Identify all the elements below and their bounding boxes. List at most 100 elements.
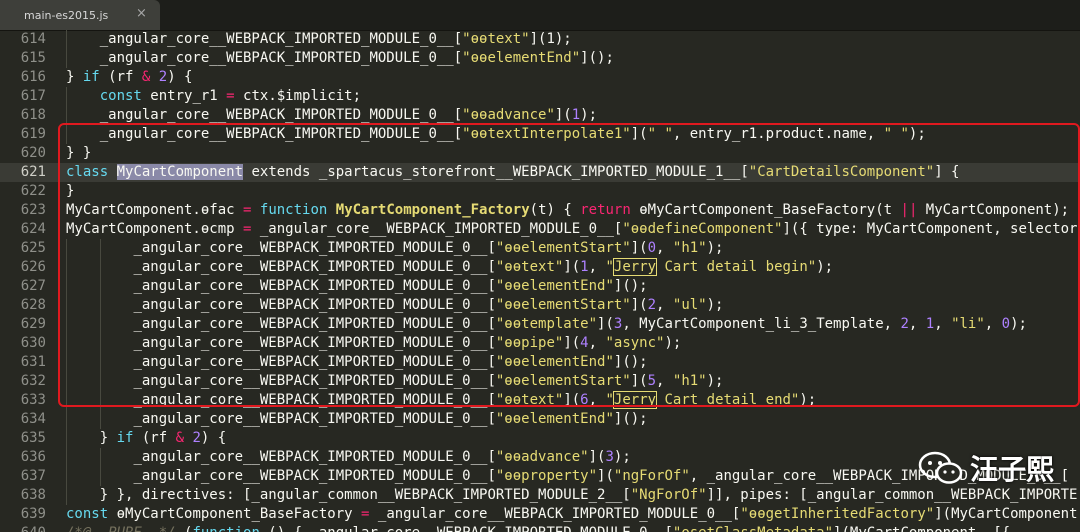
code-line[interactable]: 627 _angular_core__WEBPACK_IMPORTED_MODUL…: [0, 277, 1080, 296]
code-token: ]();: [613, 411, 648, 427]
tab-title[interactable]: main-es2015.js: [24, 9, 108, 22]
code-token: 0: [1001, 316, 1011, 332]
code-token: );: [664, 335, 682, 351]
code-token: _angular_core__WEBPACK_IMPORTED_MODULE_0…: [133, 411, 496, 427]
code-token: "ɵsetClassMetadata": [673, 525, 833, 532]
indent-guide: [66, 106, 67, 125]
code-line[interactable]: 630 _angular_core__WEBPACK_IMPORTED_MODUL…: [0, 334, 1080, 353]
code-token: "li": [951, 316, 985, 332]
code-token: _angular_core__WEBPACK_IMPORTED_MODULE_0…: [133, 373, 496, 389]
code-token: "ɵɵproperty": [495, 468, 598, 484]
code-text: _angular_core__WEBPACK_IMPORTED_MODULE_0…: [133, 277, 647, 296]
indent-guide: [99, 258, 101, 277]
code-token: }: [99, 430, 117, 446]
close-icon[interactable]: ×: [136, 6, 147, 21]
code-token: 1: [571, 107, 581, 123]
code-token: return: [580, 202, 631, 218]
code-token: _angular_core__WEBPACK_IMPORTED_MODULE_0…: [99, 126, 463, 142]
code-token: " ": [647, 126, 673, 142]
code-line[interactable]: 639 const ɵMyCartComponent_BaseFactory = …: [0, 505, 1080, 524]
line-number: 624: [20, 221, 46, 237]
tab-main-es2015[interactable]: main-es2015.js ×: [0, 0, 160, 30]
indent-guide: [99, 277, 101, 296]
code-token: "CartDetailsComponent": [748, 164, 935, 180]
find-match: Jerry: [612, 258, 658, 276]
line-number: 640: [0, 524, 46, 532]
code-token: "ɵɵelementEnd": [462, 50, 581, 66]
line-number: 638: [20, 487, 46, 503]
code-text: MyCartComponent.ɵfac = function MyCartCo…: [66, 201, 1069, 220]
code-line[interactable]: 625 _angular_core__WEBPACK_IMPORTED_MODUL…: [0, 239, 1080, 258]
code-token: _angular_core__WEBPACK_IMPORTED_MODULE_0…: [133, 278, 496, 294]
code-line[interactable]: 626 _angular_core__WEBPACK_IMPORTED_MODUL…: [0, 258, 1080, 277]
code-line[interactable]: 617 const entry_r1 = ctx.$implicit;: [0, 87, 1080, 106]
code-token: ](MyCartComponent, [{: [833, 525, 1010, 532]
code-token: "ngForOf": [613, 468, 690, 484]
code-line[interactable]: 624 MyCartComponent.ɵcmp = _angular_core_…: [0, 220, 1080, 239]
code-token: "ɵɵtemplate": [495, 316, 598, 332]
code-line[interactable]: 623 MyCartComponent.ɵfac = function MyCar…: [0, 201, 1080, 220]
code-line[interactable]: 615 _angular_core__WEBPACK_IMPORTED_MODUL…: [0, 49, 1080, 68]
code-token: , entry_r1.product.name,: [672, 126, 884, 142]
code-line[interactable]: 640 /*@__PURE__*/ (function () { _angular…: [0, 524, 1080, 532]
code-token: _angular_core__WEBPACK_IMPORTED_MODULE_0…: [133, 297, 496, 313]
code-line[interactable]: 620} }: [0, 144, 1080, 163]
code-line[interactable]: 628 _angular_core__WEBPACK_IMPORTED_MODUL…: [0, 296, 1080, 315]
code-token: function: [259, 202, 328, 218]
code-token: extends _spartacus_storefront__WEBPACK_I…: [243, 164, 749, 180]
code-token: ,: [984, 316, 1002, 332]
code-token: "async": [605, 335, 665, 351]
code-token: MyCartComponent);: [917, 202, 1070, 218]
code-text: } if (rf & 2) {: [100, 429, 226, 448]
line-number: 617: [20, 88, 46, 104]
code-token: (t) {: [529, 202, 581, 218]
code-text: const entry_r1 = ctx.$implicit;: [100, 87, 361, 106]
code-line[interactable]: 619 _angular_core__WEBPACK_IMPORTED_MODUL…: [0, 125, 1080, 144]
code-token: const: [66, 506, 109, 522]
code-token: _angular_core__WEBPACK_IMPORTED_MODULE_0…: [99, 31, 463, 47]
code-token: _angular_core__WEBPACK_IMPORTED_MODULE_0…: [133, 468, 496, 484]
line-number: 629: [20, 316, 46, 332]
code-token: ]({ type: MyCartComponent, selector: [782, 221, 1078, 237]
line-number: 619: [20, 126, 46, 142]
code-token: );: [613, 449, 631, 465]
code-line[interactable]: 629 _angular_core__WEBPACK_IMPORTED_MODUL…: [0, 315, 1080, 334]
code-line[interactable]: 633 _angular_core__WEBPACK_IMPORTED_MODUL…: [0, 391, 1080, 410]
code-token: ](: [630, 373, 648, 389]
code-token: Cart detail end": [656, 392, 800, 408]
indent-guide: [99, 467, 101, 486]
line-number: 637: [20, 468, 46, 484]
code-token: );: [706, 297, 724, 313]
indent-guide: [99, 353, 101, 372]
code-line[interactable]: 621 class MyCartComponent extends _sparta…: [0, 163, 1080, 182]
code-token: ": [605, 392, 614, 408]
code-text: _angular_core__WEBPACK_IMPORTED_MODULE_0…: [133, 315, 1027, 334]
code-line[interactable]: 614 _angular_core__WEBPACK_IMPORTED_MODUL…: [0, 30, 1080, 49]
code-token: _angular_core__WEBPACK_IMPORTED_MODULE_0…: [133, 392, 496, 408]
code-token: ](: [563, 335, 581, 351]
watermark: 汪子熙: [918, 440, 1078, 500]
code-token: );: [580, 107, 598, 123]
indent-guide: [66, 429, 67, 448]
code-line[interactable]: 631 _angular_core__WEBPACK_IMPORTED_MODUL…: [0, 353, 1080, 372]
code-text: _angular_core__WEBPACK_IMPORTED_MODULE_0…: [133, 391, 816, 410]
code-line[interactable]: 634 _angular_core__WEBPACK_IMPORTED_MODUL…: [0, 410, 1080, 429]
code-token: );: [706, 373, 724, 389]
code-text: _angular_core__WEBPACK_IMPORTED_MODULE_0…: [133, 334, 681, 353]
code-line[interactable]: 618 _angular_core__WEBPACK_IMPORTED_MODUL…: [0, 106, 1080, 125]
line-number: 631: [20, 354, 46, 370]
code-token: );: [706, 240, 724, 256]
code-token: " ": [883, 126, 909, 142]
code-token: _angular_core__WEBPACK_IMPORTED_MODULE_0…: [133, 449, 496, 465]
code-text: } }: [66, 144, 91, 163]
code-token: ](: [630, 297, 648, 313]
code-line[interactable]: 632 _angular_core__WEBPACK_IMPORTED_MODUL…: [0, 372, 1080, 391]
code-text: _angular_core__WEBPACK_IMPORTED_MODULE_0…: [133, 353, 647, 372]
code-token: class: [66, 164, 109, 180]
line-number: 626: [20, 259, 46, 275]
code-line[interactable]: 616} if (rf & 2) {: [0, 68, 1080, 87]
code-token: ,: [656, 297, 673, 313]
code-token: 1: [580, 259, 589, 275]
code-line[interactable]: 622}: [0, 182, 1080, 201]
